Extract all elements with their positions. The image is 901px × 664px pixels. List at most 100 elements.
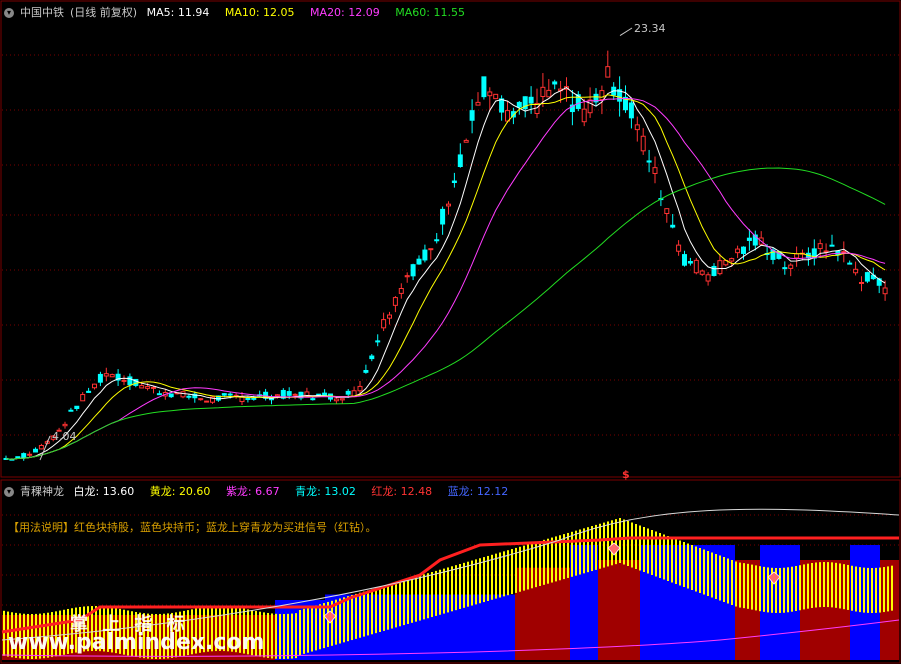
candle-body: [847, 262, 853, 265]
candle-body: [274, 394, 280, 397]
high-pointer: [619, 27, 633, 36]
blue-dragon-indicator: 蓝龙: 12.12: [447, 485, 509, 498]
ma5-line: [5, 86, 886, 460]
candle-body: [493, 93, 499, 100]
candle-body: [693, 259, 699, 274]
candle-body: [15, 456, 21, 459]
candle-body: [481, 76, 487, 98]
candle-body: [640, 135, 646, 152]
candle-body: [599, 90, 605, 101]
candle-body: [145, 386, 151, 389]
candle-body: [322, 392, 328, 396]
candle-body: [74, 405, 80, 409]
candle-body: [422, 249, 428, 261]
candle-body: [139, 385, 145, 389]
purple-dragon-indicator: 紫龙: 6.67: [225, 485, 280, 498]
candle-body: [676, 244, 682, 252]
sub-settings-circle-icon[interactable]: ▾: [4, 487, 14, 497]
candle-body: [416, 258, 422, 265]
candle-body: [21, 453, 27, 459]
red-dragon-indicator: 红龙: 12.48: [371, 485, 433, 498]
candle-body: [375, 340, 381, 343]
candle-body: [387, 314, 392, 319]
candle-body: [782, 267, 788, 270]
candle-body: [717, 260, 723, 275]
candle-body: [198, 398, 204, 401]
period-label: (日线 前复权): [70, 6, 138, 19]
candle-body: [434, 239, 440, 242]
candle-body: [859, 281, 864, 284]
signal-marker: $: [622, 468, 630, 481]
main-panel-header: ▾ 中国中铁 (日线 前复权) MA5: 11.94 MA10: 12.05 MA2…: [4, 5, 477, 21]
candle-body: [168, 393, 174, 398]
candle-body: [109, 374, 115, 378]
hold-block: [598, 560, 640, 660]
candle-body: [652, 167, 658, 174]
candle-body: [410, 264, 416, 277]
candle-body: [487, 91, 493, 97]
yellow-dragon-indicator: 黄龙: 20.60: [149, 485, 211, 498]
candle-body: [746, 237, 752, 241]
candle-body: [817, 243, 823, 250]
candle-body: [227, 393, 233, 396]
candle-body: [552, 81, 558, 85]
usage-note: 【用法说明】红色块持股，蓝色块持币；蓝龙上穿青龙为买进信号（红钻）。: [8, 521, 377, 534]
low-price-label: 4.04: [52, 430, 77, 443]
candle-body: [705, 274, 711, 282]
ma60-indicator: MA60: 11.55: [395, 6, 465, 19]
candle-body: [794, 253, 800, 259]
candle-body: [451, 180, 457, 184]
candle-body: [446, 203, 451, 207]
candle-body: [286, 391, 292, 396]
candle-body: [156, 393, 162, 396]
watermark-url: www.palmindex.com: [8, 630, 265, 655]
candle-body: [151, 386, 156, 389]
candle-body: [841, 251, 847, 254]
candle-body: [339, 398, 345, 401]
candle-body: [251, 397, 257, 400]
candle-body: [292, 393, 298, 396]
ma20-line: [5, 97, 886, 460]
candle-body: [333, 398, 339, 402]
candle-body: [670, 224, 676, 228]
candle-body: [729, 258, 735, 262]
candle-body: [711, 265, 717, 276]
candle-body: [97, 373, 103, 383]
candle-body: [245, 397, 251, 400]
candle-body: [86, 390, 92, 393]
kline-chart[interactable]: [0, 0, 901, 664]
candle-body: [882, 287, 888, 295]
candle-body: [457, 154, 463, 167]
main-panel-frame: [0, 0, 901, 478]
candle-body: [121, 379, 127, 382]
candle-body: [221, 393, 227, 396]
ma20-indicator: MA20: 12.09: [310, 6, 380, 19]
candle-body: [80, 394, 86, 402]
candle-body: [687, 261, 693, 264]
candle-body: [345, 390, 351, 395]
candle-body: [475, 101, 481, 106]
candle-body: [27, 453, 33, 456]
candle-body: [92, 383, 97, 389]
cyan-dragon-indicator: 青龙: 13.02: [295, 485, 356, 498]
high-price-label: 23.34: [634, 22, 666, 35]
stock-title: 中国中铁: [20, 6, 64, 19]
candle-body: [546, 89, 552, 98]
candle-body: [357, 385, 363, 392]
candle-body: [363, 369, 369, 373]
candle-body: [853, 268, 859, 274]
candle-body: [605, 66, 611, 78]
candle-body: [310, 398, 316, 401]
candle-body: [103, 373, 109, 377]
ma10-line: [5, 94, 886, 460]
candle-body: [516, 101, 522, 108]
settings-circle-icon[interactable]: ▾: [4, 8, 14, 18]
candle-body: [369, 355, 375, 360]
candle-body: [463, 139, 469, 143]
candle-body: [646, 160, 652, 163]
candle-body: [404, 275, 410, 278]
candle-body: [499, 98, 505, 113]
candle-body: [392, 297, 398, 306]
candle-body: [440, 208, 446, 225]
ma60-line: [5, 167, 886, 460]
